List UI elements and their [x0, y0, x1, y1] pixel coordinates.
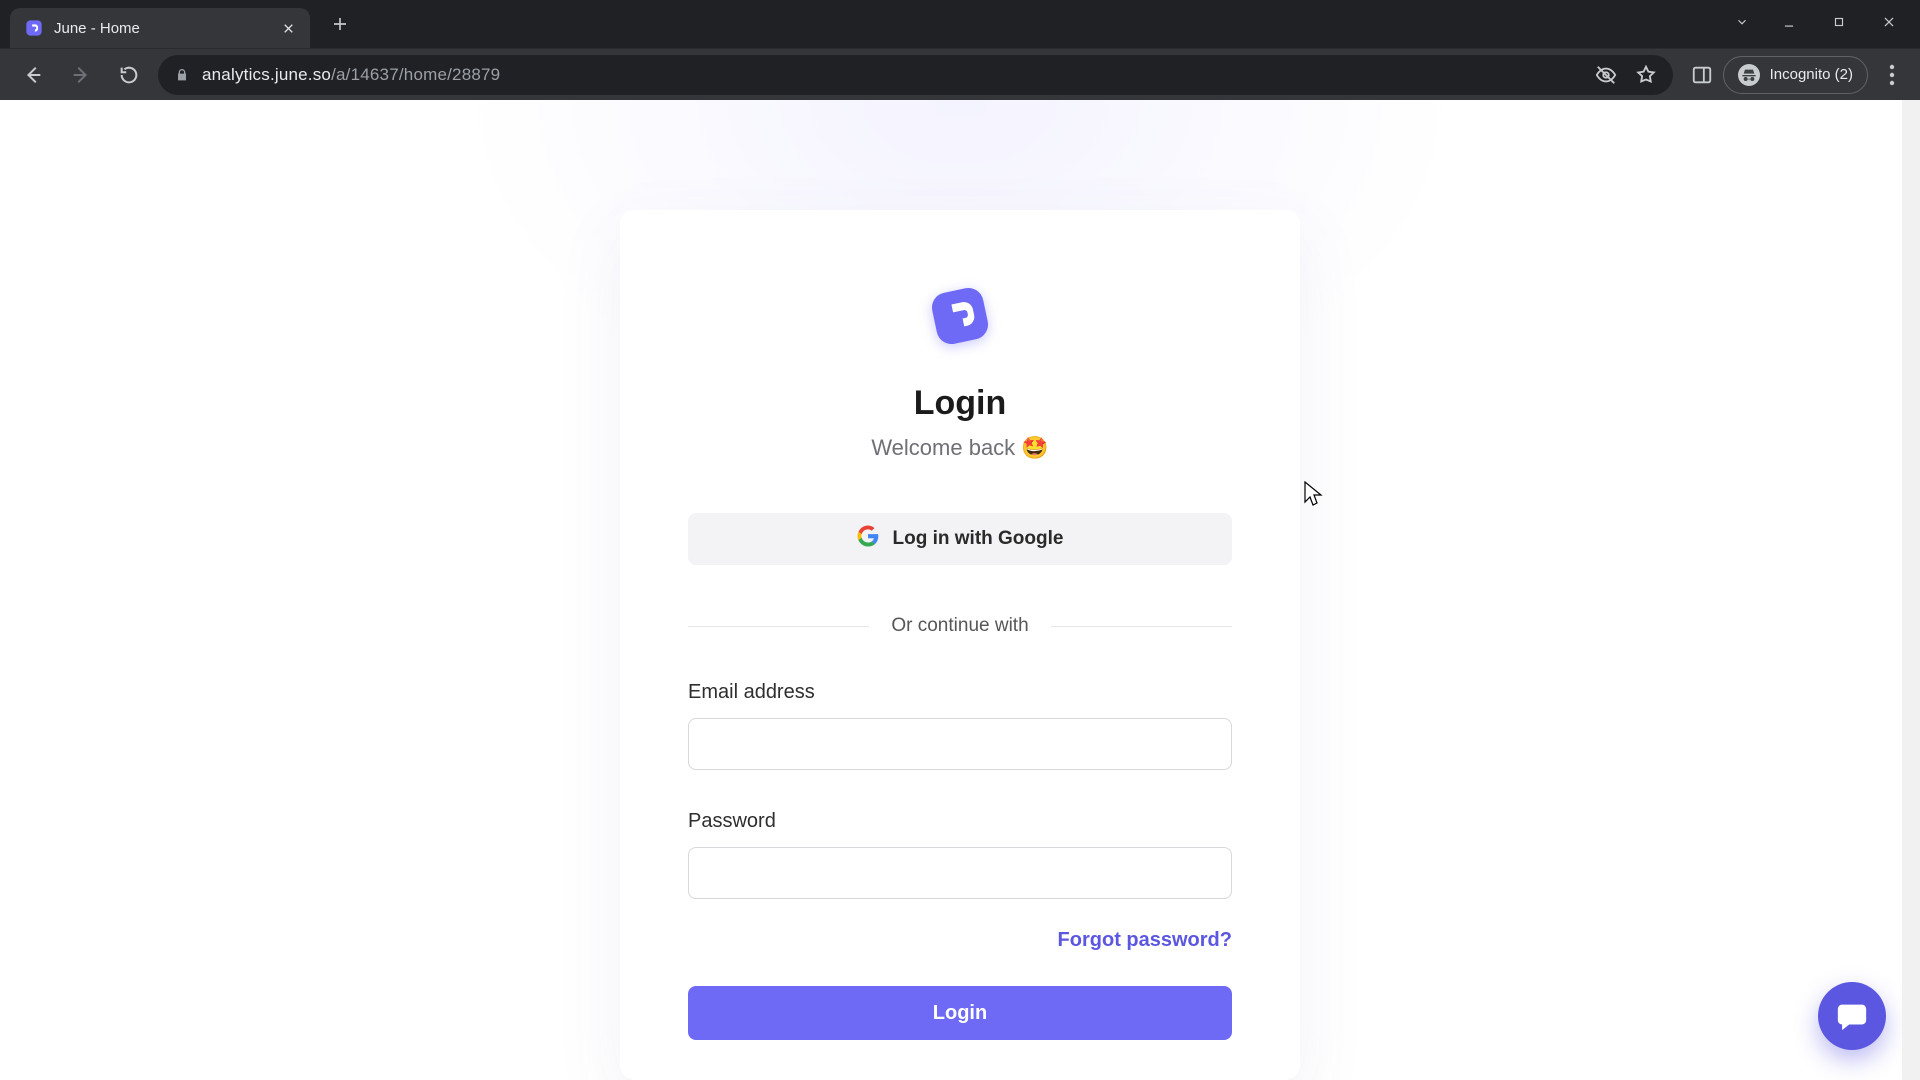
tab-favicon-icon	[24, 18, 44, 38]
nav-forward-button[interactable]	[62, 56, 100, 94]
page-scrollbar[interactable]	[1904, 100, 1918, 1080]
password-input[interactable]	[688, 847, 1232, 899]
side-panel-icon[interactable]	[1691, 64, 1713, 86]
new-tab-button[interactable]	[324, 8, 356, 40]
nav-reload-button[interactable]	[110, 56, 148, 94]
tab-close-icon[interactable]	[280, 20, 296, 36]
window-close-button[interactable]	[1864, 4, 1914, 40]
browser-toolbar: analytics.june.so/a/14637/home/28879 Inc…	[0, 48, 1920, 100]
auth-divider: Or continue with	[688, 615, 1232, 637]
eye-off-icon[interactable]	[1595, 64, 1617, 86]
login-heading: Login	[688, 384, 1232, 423]
browser-chrome: June - Home	[0, 0, 1920, 100]
tab-strip: June - Home	[0, 0, 1920, 48]
app-logo-icon	[688, 280, 1232, 352]
tab-search-button[interactable]	[1720, 4, 1764, 40]
page-content: Login Welcome back 🤩 Log in with Google …	[0, 100, 1920, 1080]
window-minimize-button[interactable]	[1764, 4, 1814, 40]
intercom-chat-button[interactable]	[1818, 982, 1886, 1050]
url-path: /a/14637/home/28879	[331, 65, 500, 84]
address-bar-right	[1595, 64, 1657, 86]
active-tab[interactable]: June - Home	[10, 8, 310, 48]
mouse-cursor-icon	[1304, 481, 1324, 509]
forgot-password-link[interactable]: Forgot password?	[1058, 929, 1232, 951]
login-subtitle: Welcome back 🤩	[688, 435, 1232, 461]
incognito-label: Incognito (2)	[1770, 66, 1853, 83]
login-submit-label: Login	[933, 1002, 987, 1025]
browser-menu-button[interactable]	[1878, 64, 1906, 86]
email-input[interactable]	[688, 718, 1232, 770]
url-host: analytics.june.so	[202, 65, 331, 84]
window-controls	[1720, 4, 1914, 40]
google-button-label: Log in with Google	[893, 528, 1064, 550]
login-submit-button[interactable]: Login	[688, 986, 1232, 1040]
email-label: Email address	[688, 681, 1232, 704]
address-bar[interactable]: analytics.june.so/a/14637/home/28879	[158, 55, 1673, 95]
login-with-google-button[interactable]: Log in with Google	[688, 513, 1232, 565]
incognito-indicator[interactable]: Incognito (2)	[1723, 56, 1868, 94]
address-url: analytics.june.so/a/14637/home/28879	[202, 65, 500, 85]
nav-back-button[interactable]	[14, 56, 52, 94]
window-maximize-button[interactable]	[1814, 4, 1864, 40]
divider-label: Or continue with	[891, 615, 1028, 637]
incognito-icon	[1738, 64, 1760, 86]
login-card: Login Welcome back 🤩 Log in with Google …	[620, 210, 1300, 1080]
tab-title: June - Home	[54, 20, 270, 37]
lock-icon	[174, 67, 190, 83]
password-label: Password	[688, 810, 1232, 833]
bookmark-star-icon[interactable]	[1635, 64, 1657, 86]
google-logo-icon	[857, 525, 879, 553]
forgot-password-row: Forgot password?	[688, 929, 1232, 952]
